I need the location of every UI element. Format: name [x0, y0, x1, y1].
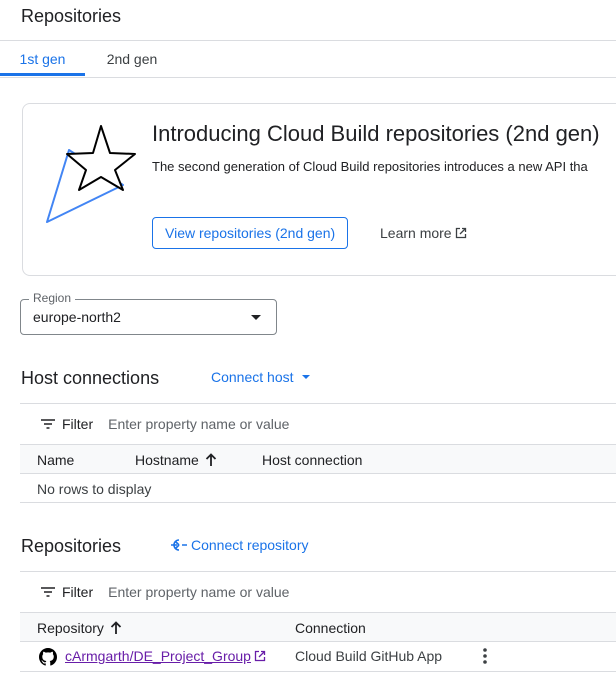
tab-1st-gen[interactable]: 1st gen	[0, 41, 85, 77]
host-table-header: Name Hostname Host connection	[20, 444, 616, 474]
filter-label: Filter	[62, 584, 94, 600]
dropdown-arrow-icon	[301, 375, 310, 379]
promo-banner: Introducing Cloud Build repositories (2n…	[22, 103, 616, 276]
region-value: europe-north2	[33, 309, 121, 325]
sort-ascending-icon	[110, 621, 122, 634]
row-actions-menu[interactable]	[476, 645, 494, 667]
tab-2nd-gen[interactable]: 2nd gen	[87, 41, 177, 77]
view-repositories-2nd-gen-button[interactable]: View repositories (2nd gen)	[152, 217, 349, 249]
column-header-label: Repository	[37, 620, 104, 636]
learn-more-label: Learn more	[380, 225, 452, 241]
column-header-label: Hostname	[135, 452, 199, 468]
connection-cell: Cloud Build GitHub App	[295, 648, 443, 664]
column-header-host-connection[interactable]: Host connection	[262, 445, 362, 475]
repository-link[interactable]: cArmgarth/DE_Project_Group	[65, 648, 266, 664]
external-link-icon	[254, 650, 266, 662]
column-header-connection[interactable]: Connection	[295, 613, 366, 643]
repo-filter-bar: Filter	[20, 572, 616, 612]
dropdown-arrow-icon	[251, 315, 261, 320]
filter-label: Filter	[62, 416, 94, 432]
filter-icon[interactable]	[41, 419, 55, 429]
region-label: Region	[29, 291, 76, 305]
repo-table-header: Repository Connection	[20, 612, 616, 642]
host-filter-bar: Filter	[20, 404, 616, 444]
shooting-star-icon	[46, 125, 136, 223]
filter-icon[interactable]	[41, 587, 55, 597]
connect-icon	[171, 539, 187, 551]
divider	[20, 502, 616, 503]
empty-state-text: No rows to display	[37, 481, 152, 497]
region-select[interactable]: Region europe-north2	[20, 291, 277, 335]
more-vert-icon	[483, 648, 487, 664]
learn-more-link[interactable]: Learn more	[380, 217, 467, 249]
column-header-name[interactable]: Name	[37, 445, 74, 475]
host-filter-input[interactable]	[108, 416, 409, 432]
sort-ascending-icon	[205, 453, 216, 466]
page-title: Repositories	[21, 6, 122, 26]
repositories-title: Repositories	[21, 536, 122, 556]
divider	[20, 671, 616, 672]
tab-bar: 1st gen 2nd gen	[0, 41, 616, 78]
promo-title: Introducing Cloud Build repositories (2n…	[152, 121, 600, 146]
github-icon	[39, 648, 57, 666]
host-connections-title: Host connections	[21, 368, 160, 388]
connect-host-button[interactable]: Connect host	[211, 369, 310, 385]
connect-host-label: Connect host	[211, 369, 294, 385]
column-header-hostname[interactable]: Hostname	[135, 445, 217, 475]
active-tab-indicator	[0, 73, 85, 76]
repository-name: cArmgarth/DE_Project_Group	[65, 648, 251, 664]
connect-repository-label: Connect repository	[191, 537, 309, 553]
connect-repository-button[interactable]: Connect repository	[171, 537, 309, 553]
external-link-icon	[455, 227, 466, 239]
repo-filter-input[interactable]	[108, 584, 409, 600]
promo-description: The second generation of Cloud Build rep…	[152, 159, 588, 174]
column-header-repository[interactable]: Repository	[37, 613, 122, 643]
